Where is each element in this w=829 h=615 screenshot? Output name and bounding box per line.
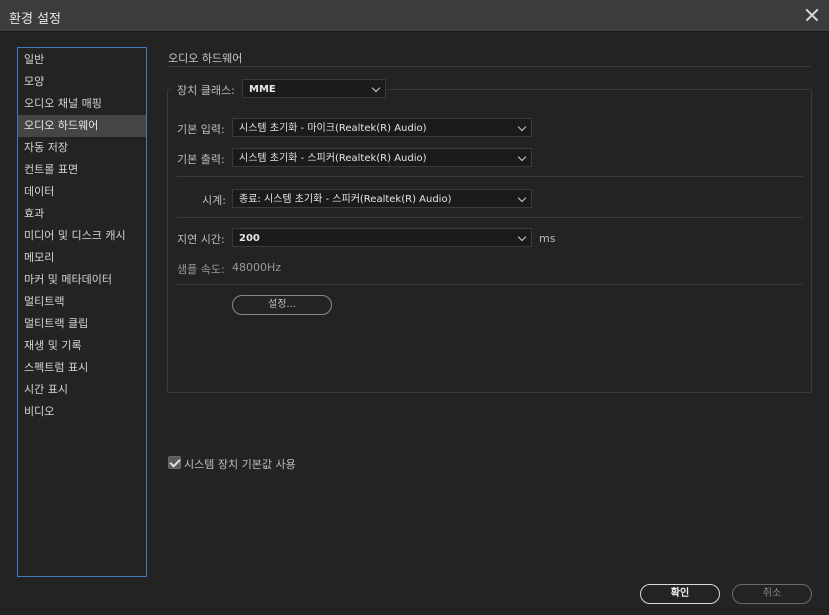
sidebar-item-markers-metadata[interactable]: 마커 및 메타데이터 (18, 269, 146, 291)
default-input-select[interactable]: 시스템 초기화 - 마이크(Realtek(R) Audio) (232, 118, 532, 137)
clock-value: 종료: 시스템 초기화 - 스피커(Realtek(R) Audio) (239, 194, 452, 205)
device-class-select[interactable]: MME (242, 79, 386, 98)
chevron-down-icon (371, 83, 381, 93)
divider (177, 176, 803, 177)
default-input-value: 시스템 초기화 - 마이크(Realtek(R) Audio) (239, 123, 427, 134)
sidebar-item-appearance[interactable]: 모양 (18, 71, 146, 93)
latency-unit: ms (539, 232, 556, 245)
sidebar-item-data[interactable]: 데이터 (18, 181, 146, 203)
sidebar-item-media-disk-cache[interactable]: 미디어 및 디스크 캐시 (18, 225, 146, 247)
default-input-label: 기본 입력: (177, 123, 225, 136)
settings-button[interactable]: 설정... (232, 295, 332, 315)
latency-label: 지연 시간: (177, 233, 225, 246)
sidebar-item-video[interactable]: 비디오 (18, 401, 146, 423)
divider (177, 284, 803, 285)
sidebar-item-audio-channel-mapping[interactable]: 오디오 채널 매핑 (18, 93, 146, 115)
close-icon[interactable] (803, 6, 821, 24)
sidebar-item-general[interactable]: 일반 (18, 49, 146, 71)
sidebar-item-time-display[interactable]: 시간 표시 (18, 379, 146, 401)
latency-value: 200 (239, 233, 260, 244)
chevron-down-icon (517, 152, 527, 162)
sample-rate-value: 48000Hz (232, 261, 282, 274)
divider (177, 217, 803, 218)
sidebar-item-multitrack[interactable]: 멀티트랙 (18, 291, 146, 313)
sidebar-item-spectral-displays[interactable]: 스펙트럼 표시 (18, 357, 146, 379)
use-system-defaults-checkbox[interactable] (168, 456, 181, 469)
chevron-down-icon (517, 193, 527, 203)
default-output-select[interactable]: 시스템 초기화 - 스피커(Realtek(R) Audio) (232, 148, 532, 167)
device-class-value: MME (249, 84, 276, 95)
latency-select[interactable]: 200 (232, 228, 532, 247)
sidebar-item-effects[interactable]: 효과 (18, 203, 146, 225)
clock-label: 시계: (202, 194, 226, 207)
sidebar-item-auto-save[interactable]: 자동 저장 (18, 137, 146, 159)
section-title: 오디오 하드웨어 (168, 52, 243, 65)
window-title: 환경 설정 (9, 12, 61, 27)
sidebar-item-multitrack-clips[interactable]: 멀티트랙 클립 (18, 313, 146, 335)
clock-select[interactable]: 종료: 시스템 초기화 - 스피커(Realtek(R) Audio) (232, 189, 532, 208)
use-system-defaults-label: 시스템 장치 기본값 사용 (184, 458, 296, 471)
default-output-label: 기본 출력: (177, 153, 225, 166)
sidebar-item-control-surface[interactable]: 컨트롤 표면 (18, 159, 146, 181)
sidebar-item-playback-recording[interactable]: 재생 및 기록 (18, 335, 146, 357)
device-class-label: 장치 클래스: (177, 84, 235, 97)
chevron-down-icon (517, 232, 527, 242)
chevron-down-icon (517, 122, 527, 132)
sample-rate-label: 샘플 속도: (177, 263, 225, 276)
preferences-category-list: 일반 모양 오디오 채널 매핑 오디오 하드웨어 자동 저장 컨트롤 표면 데이… (17, 47, 147, 577)
title-bar: 환경 설정 (0, 0, 829, 32)
section-divider (168, 66, 811, 67)
sidebar-item-memory[interactable]: 메모리 (18, 247, 146, 269)
cancel-button[interactable]: 취소 (732, 584, 812, 604)
ok-button[interactable]: 확인 (640, 584, 720, 604)
default-output-value: 시스템 초기화 - 스피커(Realtek(R) Audio) (239, 153, 427, 164)
sidebar-item-audio-hardware[interactable]: 오디오 하드웨어 (18, 115, 146, 137)
